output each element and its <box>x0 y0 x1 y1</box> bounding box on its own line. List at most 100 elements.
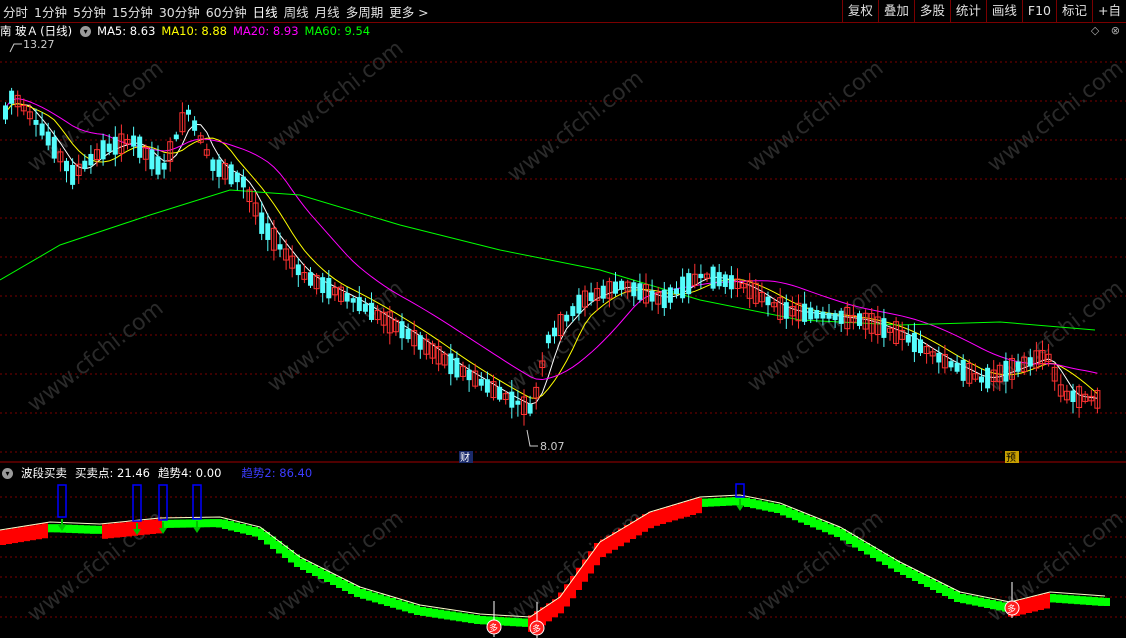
wave-bar-fall <box>384 596 390 606</box>
candle-down <box>320 277 326 294</box>
settings-toggle-icon[interactable]: ▾ <box>80 25 92 37</box>
wave-bar-fall <box>342 580 348 591</box>
candle-down <box>911 332 917 353</box>
wave-bar-fall <box>522 618 528 627</box>
signal-box <box>192 484 202 520</box>
buy-marker-text: 多 <box>489 622 498 634</box>
candle-down <box>509 391 515 408</box>
candle-down <box>82 160 88 169</box>
wave-bar-fall <box>228 521 234 531</box>
candle-down <box>228 164 234 185</box>
wave-bar-fall <box>78 525 84 534</box>
wave-bar-rise <box>0 530 6 545</box>
kline-chart[interactable]: www.cfchi.com www.cfchi.com www.cfchi.com w… <box>0 0 1126 638</box>
candle-down <box>344 293 350 302</box>
wave-bar-fall <box>936 582 942 593</box>
wave-bar-rise <box>684 501 690 517</box>
wave-bar-rise <box>144 520 150 535</box>
wave-bar-fall <box>354 586 360 597</box>
wave-bar-fall <box>954 591 960 602</box>
wave-bar-fall <box>258 528 264 540</box>
candle-down <box>216 159 222 177</box>
candle-down <box>186 109 191 115</box>
wave-bar-fall <box>474 615 480 624</box>
low-price-label: 8.07 <box>540 440 565 453</box>
wave-bar-rise <box>120 522 126 537</box>
candle-down <box>362 303 368 312</box>
wave-bar-fall <box>234 522 240 532</box>
candle-down <box>954 362 960 372</box>
candle-down <box>1015 361 1021 372</box>
candle-down <box>667 287 673 303</box>
candle-down <box>1070 390 1076 403</box>
wave-bar-rise <box>678 502 684 519</box>
ma60-line <box>0 189 1096 331</box>
indicator-toggle-icon[interactable]: ▾ <box>2 467 13 479</box>
wave-bar-rise <box>654 510 660 526</box>
wave-bar-fall <box>210 519 216 528</box>
wave-bar-fall <box>726 497 732 506</box>
candle-down <box>210 159 216 171</box>
wave-bar-fall <box>708 498 714 507</box>
close-icon[interactable]: ⊗ <box>1111 24 1120 37</box>
wave-bar-fall <box>918 573 924 584</box>
wave-bar-fall <box>216 519 222 528</box>
wave-bar-fall <box>72 524 78 534</box>
wave-bar-fall <box>810 517 816 528</box>
candle-down <box>515 400 521 405</box>
candle-down <box>448 353 454 375</box>
wave-bar-fall <box>768 502 774 512</box>
candle-down <box>613 281 618 294</box>
wave-bar-fall <box>816 519 822 530</box>
wave-bar-fall <box>828 524 834 535</box>
wave-bar-fall <box>972 596 978 606</box>
candle-down <box>1003 360 1009 382</box>
candle-down <box>588 292 594 302</box>
candle-down <box>192 120 198 131</box>
wave-bar-fall <box>756 500 762 510</box>
indicator-panel: 多多多 <box>0 483 1110 638</box>
wave-bar-fall <box>168 519 174 528</box>
candle-down <box>356 297 362 312</box>
wave-bar-fall <box>222 519 228 529</box>
candle-down <box>1027 357 1033 367</box>
wave-bar-fall <box>186 519 192 528</box>
wave-bar-rise <box>36 524 42 540</box>
wave-bar-fall <box>408 603 414 614</box>
watermark-text: www.cfchi.com <box>263 506 408 627</box>
wave-bar-fall <box>894 560 900 572</box>
candle-down <box>51 136 57 159</box>
candle-down <box>45 131 51 146</box>
wave-bar-fall <box>846 532 852 544</box>
diamond-icon[interactable]: ◇ <box>1091 24 1099 37</box>
wave-bar-fall <box>780 505 786 516</box>
wave-bar-rise <box>42 523 48 539</box>
stock-name: 南 玻Ａ <box>0 24 39 38</box>
candle-down <box>277 244 283 250</box>
low-pointer <box>526 429 538 447</box>
signal-box <box>57 484 67 518</box>
wave-bar-fall <box>762 501 768 511</box>
chart-labels: 13.27 8.07 财 预 <box>9 38 1019 464</box>
wave-bar-rise <box>1026 597 1032 613</box>
candle-down <box>265 223 271 240</box>
sell-arrow-icon <box>193 527 201 533</box>
candle-down <box>820 311 826 319</box>
wave-bar-fall <box>300 559 306 570</box>
wave-bar-rise <box>6 529 12 545</box>
wave-bar-fall <box>336 577 342 588</box>
wave-bar-fall <box>432 608 438 618</box>
wave-bar-fall <box>306 562 312 573</box>
wave-bar-fall <box>966 595 972 605</box>
candle-down <box>405 328 411 340</box>
candle-down <box>466 369 472 381</box>
wave-bar-rise <box>648 511 654 529</box>
panel-icons: ◇ ⊗ <box>1091 24 1120 37</box>
wave-bar-fall <box>312 565 318 576</box>
candle-down <box>576 294 582 314</box>
indicator-info-row: ▾ 波段买卖 买卖点: 21.46 趋势4: 0.00 趋势2: 86.40 <box>0 465 320 481</box>
buy-marker-text: 多 <box>532 623 541 635</box>
wave-bar-fall <box>888 557 894 569</box>
wave-bar-fall <box>792 509 798 521</box>
candle-down <box>881 318 887 338</box>
